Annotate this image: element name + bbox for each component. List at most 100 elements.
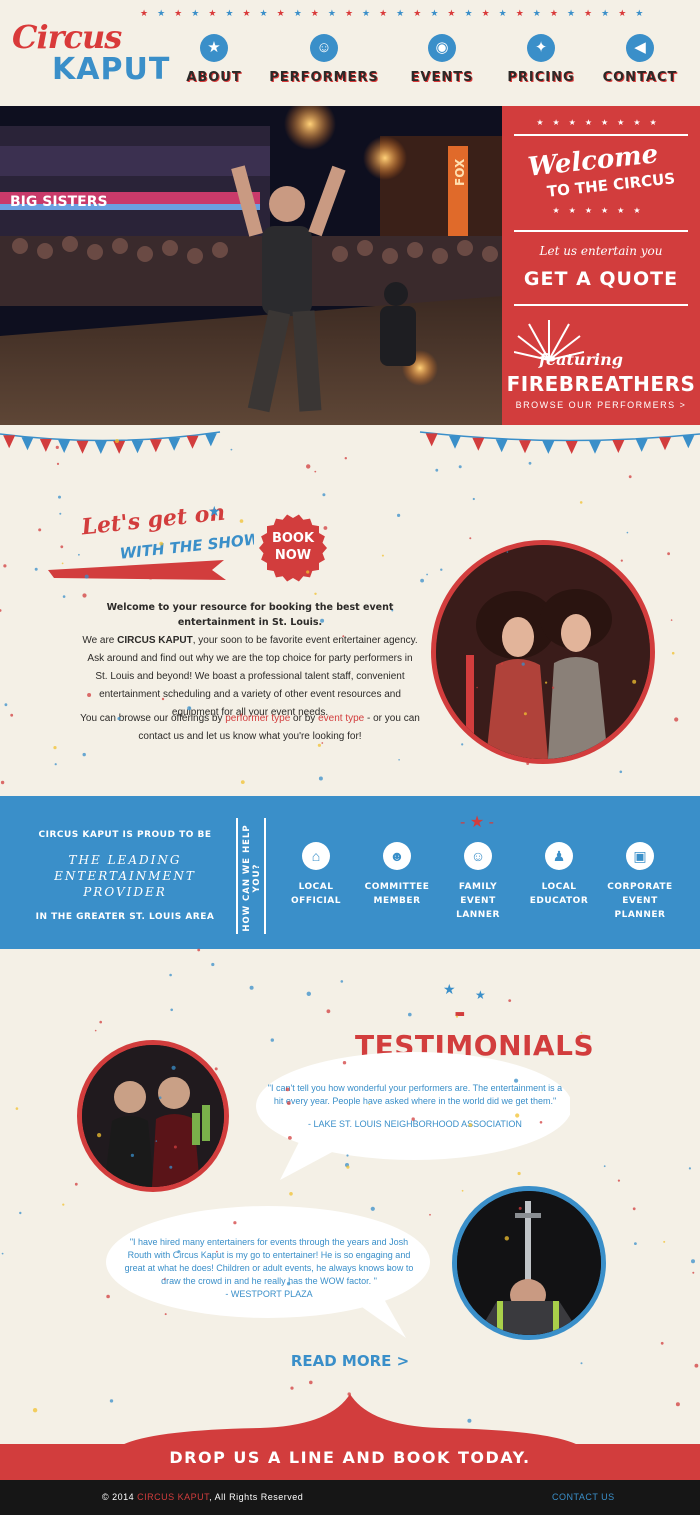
event-type-link[interactable]: event type (318, 713, 364, 724)
nav-events[interactable]: ◉ EVENTS (387, 34, 497, 85)
bunting-flag (425, 433, 438, 447)
logo-script-text: Circus (12, 18, 122, 56)
confetti-dot (675, 1402, 680, 1407)
bunting-flag (519, 440, 531, 454)
bunting-flag (682, 435, 695, 449)
audience-label: LOCAL EDUCATOR (529, 882, 589, 906)
headline-script: Let's get on (79, 500, 226, 541)
confetti-dot (340, 980, 344, 983)
bunting-flag (58, 440, 71, 454)
confetti-dot (626, 531, 629, 534)
audience-family-event-planner[interactable]: ☺ FAMILY EVENT LANNER (440, 842, 516, 922)
bunting-flag (168, 437, 181, 451)
briefcase-icon: ▣ (626, 842, 654, 870)
performer-type-link[interactable]: performer type (225, 713, 290, 724)
intro-text-segment: We are (82, 635, 118, 646)
confetti-dot (670, 619, 673, 621)
bunting-flag (659, 437, 671, 451)
confetti-dot (691, 1259, 695, 1264)
book-today-cta[interactable]: DROP US A LINE AND BOOK TODAY. (0, 1444, 700, 1480)
bunting-flag (21, 437, 34, 451)
nav-contact[interactable]: ◀ CONTACT (585, 34, 695, 85)
bunting-flag (186, 435, 199, 449)
nav-pricing[interactable]: ✦ PRICING (486, 34, 596, 85)
intro-text-segment: You can browse our offerings by (80, 713, 226, 724)
confetti-dot (289, 1192, 293, 1196)
testimonial-source: - WESTPORT PLAZA (225, 1289, 313, 1299)
confetti-dot (603, 1165, 606, 1168)
nav-performers[interactable]: ☺ PERFORMERS (268, 34, 380, 85)
confetti-dot (634, 1242, 637, 1245)
confetti-dot (62, 1203, 65, 1206)
confetti-dot (34, 567, 38, 571)
get-a-quote-button[interactable]: GET A QUOTE (502, 268, 700, 290)
proud-text: CIRCUS KAPUT IS PROUD TO BE (38, 830, 212, 840)
intro-lead: Welcome to your resource for booking the… (106, 602, 394, 628)
divider (514, 304, 688, 306)
audience-local-educator[interactable]: ♟ LOCAL EDUCATOR (521, 842, 597, 908)
confetti-dot (688, 1167, 692, 1170)
confetti-dot (109, 1399, 114, 1403)
confetti-dot (674, 717, 679, 722)
confetti-dot (15, 1107, 19, 1110)
confetti-dot (580, 1362, 583, 1365)
book-now-badge[interactable]: BOOK NOW (259, 514, 327, 582)
star-icon: ★ (200, 34, 228, 62)
copyright-suffix: , All Rights Reserved (209, 1492, 304, 1502)
testimonial-photo-jugglers (77, 1040, 229, 1192)
bunting-flag (3, 435, 16, 449)
audience-committee-member[interactable]: ☻ COMMITTEE MEMBER (359, 842, 435, 908)
testimonial-photo-sword-swallower (452, 1186, 606, 1340)
confetti-dot (10, 713, 14, 717)
confetti-dot (628, 475, 632, 479)
audience-label: COMMITTEE MEMBER (364, 882, 430, 906)
bunting-flag (449, 435, 461, 449)
nav-label: PRICING (507, 70, 575, 85)
person-icon: ☺ (310, 34, 338, 62)
bunting-flag (589, 440, 601, 454)
star-garland: ★★★★★★★★★★★★★★★★★★★★★★★★★★★★★★ (140, 8, 653, 18)
nav-about[interactable]: ★ ABOUT (159, 34, 269, 85)
welcome-panel: ★★★★★★★★ Welcome TO THE CIRCUS ★★★★★★ Le… (502, 106, 700, 425)
confetti-dot (667, 552, 670, 556)
nav-label: ABOUT (186, 70, 242, 85)
confetti-dot (694, 1363, 699, 1368)
bunting-flag (472, 437, 485, 451)
confetti-dot (326, 1009, 331, 1014)
confetti-dot (4, 703, 8, 707)
confetti-dot (0, 609, 2, 612)
how-can-we-help-label: HOW CAN WE HELP YOU? (242, 824, 262, 932)
audience-label: LOCAL OFFICIAL (291, 882, 341, 906)
confetti-dot (426, 573, 428, 576)
logo-block-text: KAPUT (52, 52, 171, 87)
confetti-dot (692, 1271, 695, 1274)
group-icon: ☻ (383, 842, 411, 870)
performers-photo (431, 540, 655, 764)
confetti-dot (99, 1020, 102, 1024)
entertain-text: Let us entertain you (539, 244, 663, 258)
hero-marquee-text: FOX (453, 158, 467, 186)
book-label: BOOK (271, 531, 315, 546)
confetti-dot (290, 1386, 294, 1390)
bunting-flag (542, 440, 555, 454)
nav-label: EVENTS (410, 70, 474, 85)
divider (514, 230, 688, 232)
testimonial-source: - LAKE ST. LOUIS NEIGHBORHOOD ASSOCIATIO… (308, 1119, 522, 1129)
footer-contact-link[interactable]: CONTACT US (552, 1492, 615, 1502)
confetti-dot (62, 595, 66, 598)
nav-label: CONTACT (602, 70, 678, 85)
headline-block: WITH THE SHOW (119, 530, 254, 563)
audience-label: FAMILY EVENT LANNER (456, 882, 500, 920)
site-logo[interactable]: Circus KAPUT (12, 18, 169, 98)
confetti-dot (617, 1179, 621, 1182)
bunting-flag (149, 439, 162, 453)
confetti-dot (3, 564, 7, 568)
audience-corporate-event-planner[interactable]: ▣ CORPORATE EVENT PLANNER (602, 842, 678, 922)
audience-local-official[interactable]: ⌂ LOCAL OFFICIAL (278, 842, 354, 908)
jugglers-illustration (82, 1045, 224, 1187)
read-more-link[interactable]: READ MORE > (290, 1352, 410, 1370)
site-footer: © 2014 CIRCUS KAPUT, All Rights Reserved… (0, 1480, 700, 1515)
testimonial-quote: "I can't tell you how wonderful your per… (267, 1083, 563, 1106)
confetti-dot (420, 578, 424, 583)
browse-performers-link[interactable]: BROWSE OUR PERFORMERS > (502, 400, 700, 410)
